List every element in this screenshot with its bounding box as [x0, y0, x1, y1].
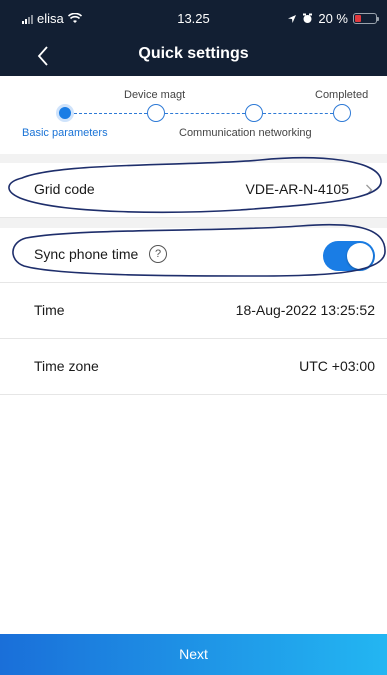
grid-code-row[interactable]: Grid code VDE-AR-N-4105	[0, 163, 387, 218]
next-button[interactable]: Next	[0, 634, 387, 675]
step-dot-basic-parameters	[56, 104, 74, 122]
battery-icon	[353, 13, 379, 24]
status-bar: elisa 13.25 20 %	[0, 0, 387, 34]
step-label-communication-networking: Communication networking	[179, 127, 312, 139]
step-connector	[74, 113, 147, 114]
chevron-right-icon	[366, 184, 373, 196]
section-divider	[0, 218, 387, 228]
step-dot-device-magt	[147, 104, 165, 122]
page-title: Quick settings	[138, 45, 249, 62]
step-label-basic-parameters: Basic parameters	[22, 127, 108, 139]
sync-phone-time-toggle[interactable]	[323, 241, 375, 271]
step-connector	[165, 113, 245, 114]
step-label-completed: Completed	[315, 89, 369, 101]
progress-stepper: Basic parameters Device magt Communicati…	[0, 76, 387, 154]
section-divider	[0, 154, 387, 163]
status-right: 20 %	[287, 11, 379, 26]
sync-phone-time-row: Sync phone time ?	[0, 228, 387, 283]
step-label-device-magt: Device magt	[124, 89, 186, 101]
header-bar: elisa 13.25 20 % Quick settings	[0, 0, 387, 76]
time-zone-label: Time zone	[34, 358, 99, 374]
time-label: Time	[34, 302, 65, 318]
sync-phone-time-label: Sync phone time	[34, 246, 139, 262]
step-dot-communication-networking	[245, 104, 263, 122]
grid-code-value: VDE-AR-N-4105	[245, 181, 349, 197]
step-connector	[263, 113, 333, 114]
battery-label: 20 %	[318, 11, 348, 26]
step-dot-completed	[333, 104, 351, 122]
time-value: 18-Aug-2022 13:25:52	[235, 302, 375, 318]
time-zone-row: Time zone UTC +03:00	[0, 340, 387, 395]
help-icon[interactable]: ?	[149, 245, 167, 263]
time-zone-value: UTC +03:00	[299, 358, 375, 374]
alarm-icon	[303, 13, 313, 23]
time-row: Time 18-Aug-2022 13:25:52	[0, 284, 387, 339]
grid-code-label: Grid code	[34, 181, 95, 197]
toggle-knob	[347, 243, 373, 269]
location-icon	[288, 14, 297, 23]
